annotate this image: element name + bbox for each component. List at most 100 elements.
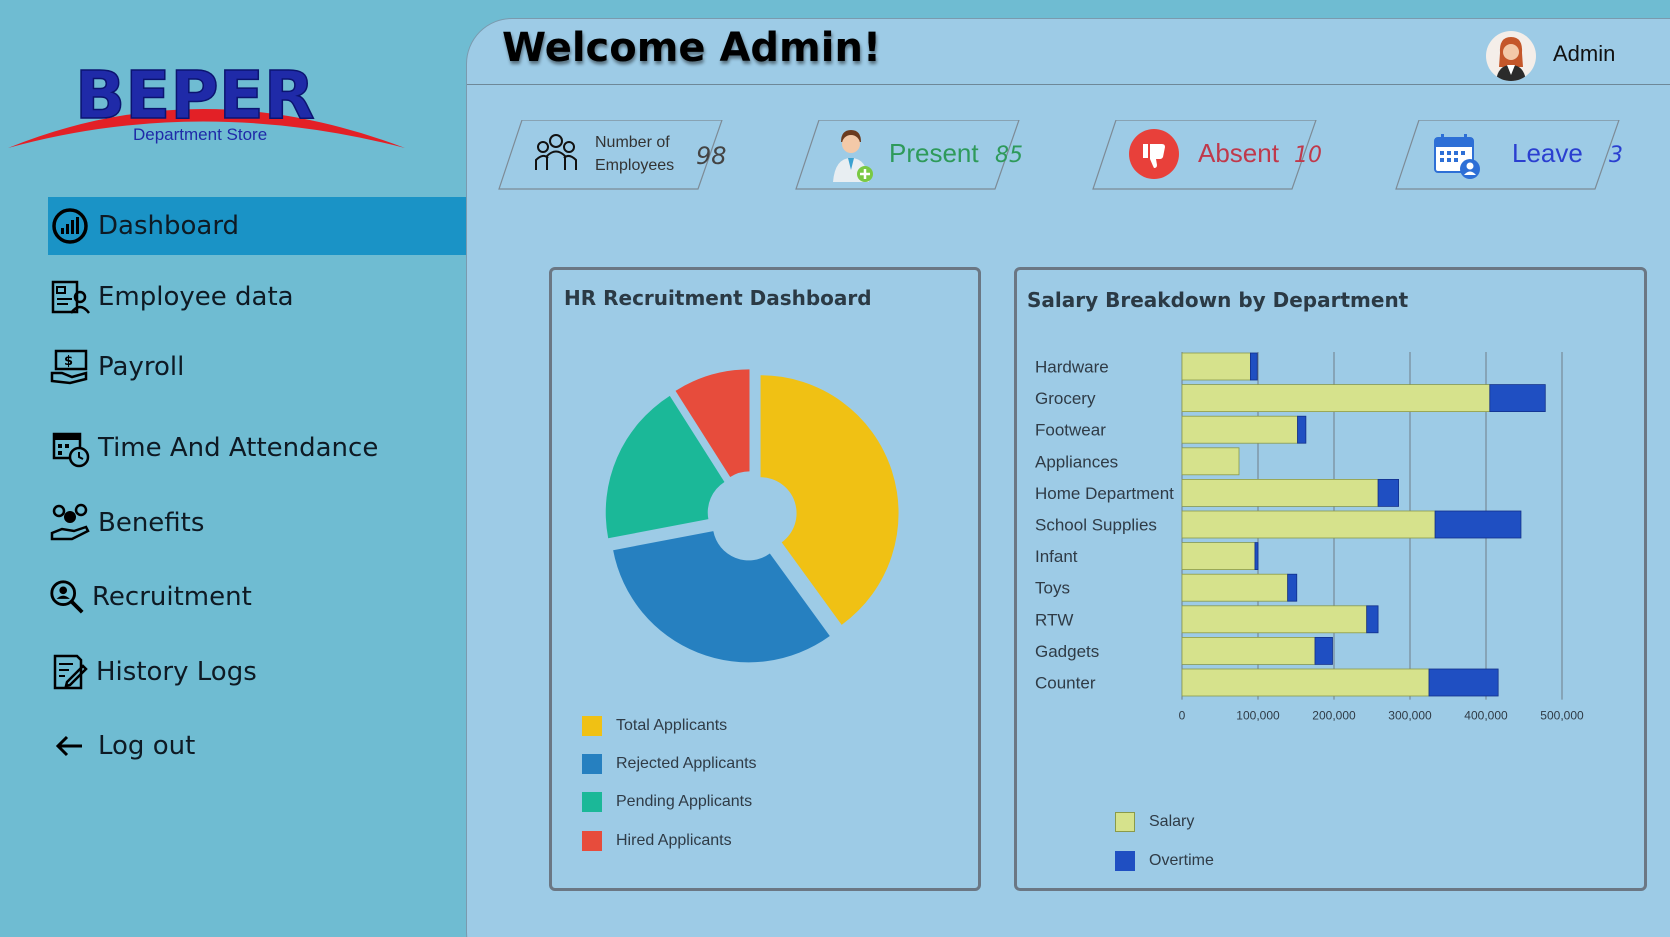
stat-label-leave: Leave [1512, 138, 1583, 168]
category-label: School Supplies [1035, 516, 1157, 535]
brand-logo: BEPER Department Store [0, 50, 420, 160]
bar-overtime-home-department[interactable] [1377, 478, 1399, 507]
arrow-left-icon [48, 724, 92, 768]
bar-overtime-counter[interactable] [1428, 668, 1499, 697]
stat-card-leave[interactable]: Leave 3 [1395, 120, 1623, 190]
legend-overtime: Overtime [1115, 851, 1214, 871]
brand-name: BEPER [75, 57, 315, 134]
sidebar-item-payroll[interactable]: $ Payroll [48, 338, 466, 396]
category-label: Home Department [1035, 484, 1174, 503]
stat-card-present[interactable]: Present 85 [795, 120, 1023, 190]
history-logs-icon [48, 650, 90, 694]
bar-overtime-rtw[interactable] [1366, 605, 1379, 634]
category-label: Hardware [1035, 358, 1109, 377]
stat-label-absent: Absent [1198, 138, 1279, 168]
employees-group-icon [534, 132, 578, 176]
sidebar-item-history-logs[interactable]: History Logs [48, 643, 466, 701]
sidebar-item-label: Recruitment [92, 582, 252, 612]
bar-overtime-gadgets[interactable] [1314, 636, 1333, 665]
calendar-user-icon [1433, 132, 1481, 184]
bar-salary-gadgets[interactable] [1181, 636, 1316, 665]
sidebar-item-dashboard[interactable]: Dashboard [48, 197, 466, 255]
bar-overtime-school-supplies[interactable] [1434, 510, 1522, 539]
sidebar-item-label: Benefits [98, 508, 205, 538]
bar-salary-toys[interactable] [1181, 573, 1289, 602]
bar-salary-rtw[interactable] [1181, 605, 1368, 634]
bar-salary-hardware[interactable] [1181, 352, 1251, 381]
page-title: Welcome Admin! [502, 25, 882, 71]
stat-card-employees[interactable]: Number of Employees 98 [498, 120, 727, 190]
calendar-clock-icon [48, 426, 92, 470]
benefits-hand-icon [48, 501, 92, 545]
user-name[interactable]: Admin [1553, 41, 1615, 67]
recruitment-pie-chart [605, 369, 899, 663]
legend-total: Total Applicants [582, 716, 727, 736]
bar-salary-grocery[interactable] [1181, 384, 1491, 412]
category-label: Footwear [1035, 421, 1106, 440]
x-tick-label: 0 [1179, 709, 1186, 723]
category-label: Infant [1035, 547, 1078, 566]
bar-salary-home-department[interactable] [1181, 478, 1379, 507]
payroll-money-icon: $ [48, 345, 92, 389]
salary-bar-chart: 0 100,000 200,000 300,000 400,000 500,000 Hard… [1035, 352, 1584, 723]
svg-text:$: $ [64, 354, 73, 369]
legend-hired: Hired Applicants [582, 831, 732, 851]
brand-subtitle: Department Store [133, 125, 267, 144]
stat-value-employees: 98 [696, 142, 727, 170]
legend-pending: Pending Applicants [582, 792, 752, 812]
sidebar-item-benefits[interactable]: Benefits [48, 494, 466, 552]
bar-salary-counter[interactable] [1181, 668, 1430, 697]
x-tick-label: 400,000 [1464, 709, 1508, 723]
category-label: Toys [1035, 579, 1070, 598]
main-panel: Welcome Admin! Admin Number of Employees… [466, 18, 1670, 937]
salary-panel: Salary Breakdown by Department 0 100,000 2… [1014, 267, 1647, 891]
stat-value-absent: 10 [1294, 143, 1322, 168]
bar-overtime-hardware[interactable] [1249, 352, 1258, 381]
bar-salary-footwear[interactable] [1181, 415, 1298, 444]
bar-overtime-toys[interactable] [1287, 573, 1298, 602]
x-tick-label: 500,000 [1540, 709, 1584, 723]
stat-value-present: 85 [995, 143, 1023, 168]
sidebar-item-label: Log out [98, 731, 196, 761]
sidebar-item-label: Payroll [98, 352, 185, 382]
stat-label-line1: Number of [595, 134, 670, 151]
bar-overtime-infant[interactable] [1254, 542, 1259, 571]
sidebar-item-recruitment[interactable]: Recruitment [48, 568, 466, 626]
stat-label-line2: Employees [595, 157, 675, 174]
salary-title: Salary Breakdown by Department [1027, 288, 1409, 312]
x-tick-label: 300,000 [1388, 709, 1432, 723]
sidebar-item-label: Employee data [98, 282, 294, 312]
legend-rejected: Rejected Applicants [582, 754, 757, 774]
recruitment-panel: HR Recruitment Dashboard Total Applicant… [549, 267, 981, 891]
bar-salary-appliances[interactable] [1181, 447, 1240, 476]
sidebar-item-label: History Logs [96, 657, 257, 687]
sidebar-item-label: Time And Attendance [98, 433, 379, 463]
category-label: Appliances [1035, 452, 1118, 471]
sidebar-item-log-out[interactable]: Log out [48, 717, 466, 775]
category-label: Grocery [1035, 389, 1096, 408]
top-bar: Welcome Admin! Admin [467, 19, 1670, 85]
bar-salary-school-supplies[interactable] [1181, 510, 1436, 539]
sidebar-item-time-and-attendance[interactable]: Time And Attendance [48, 419, 466, 477]
recruitment-title: HR Recruitment Dashboard [564, 286, 872, 310]
x-tick-label: 200,000 [1312, 709, 1356, 723]
sidebar-item-label: Dashboard [98, 211, 240, 241]
stat-value-leave: 3 [1609, 143, 1623, 168]
avatar[interactable] [1486, 31, 1536, 81]
dashboard-gauge-icon [48, 204, 92, 248]
employee-data-icon [48, 275, 92, 319]
bar-overtime-footwear[interactable] [1297, 415, 1307, 444]
recruitment-search-icon [48, 575, 86, 619]
category-label: RTW [1035, 610, 1073, 629]
thumbs-down-icon [1128, 128, 1180, 184]
category-label: Gadgets [1035, 642, 1099, 661]
sidebar-item-employee-data[interactable]: Employee data [48, 268, 466, 326]
present-user-icon [831, 128, 875, 188]
bar-overtime-grocery[interactable] [1489, 384, 1546, 412]
legend-salary: Salary [1115, 812, 1194, 832]
stat-label-present: Present [889, 138, 979, 168]
stat-card-absent[interactable]: Absent 10 [1092, 120, 1322, 190]
x-tick-label: 100,000 [1236, 709, 1280, 723]
bar-salary-infant[interactable] [1181, 542, 1256, 571]
category-label: Counter [1035, 674, 1096, 693]
